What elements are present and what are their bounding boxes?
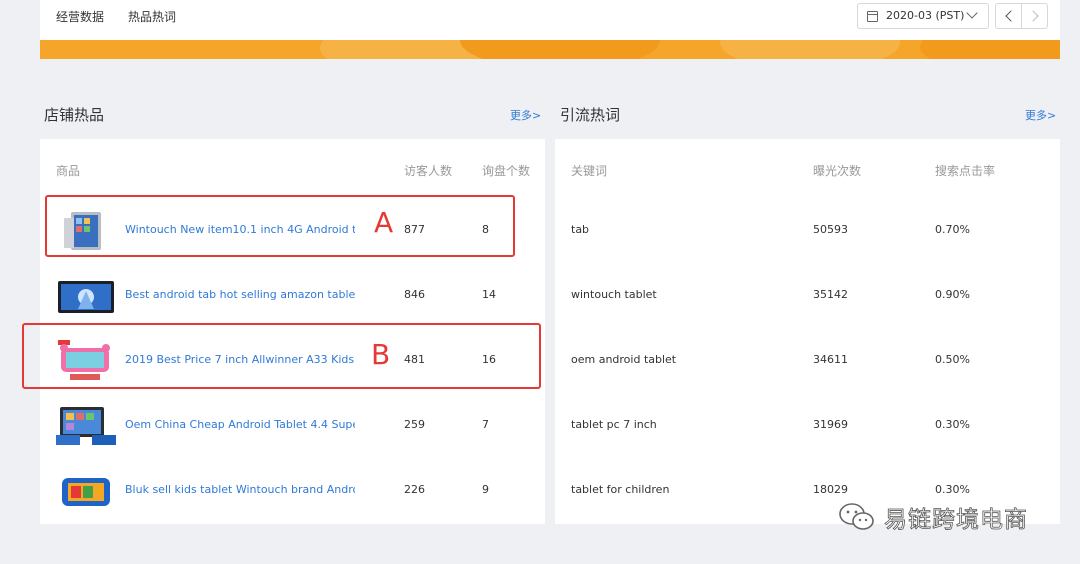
- ctr-value: 0.90%: [935, 288, 970, 301]
- hot-products-title: 店铺热品: [44, 106, 105, 124]
- table-row: tablet pc 7 inch 31969 0.30%: [555, 393, 1060, 458]
- ctr-value: 0.30%: [935, 418, 970, 431]
- visitors-value: 226: [404, 483, 425, 496]
- exposure-value: 18029: [813, 483, 848, 496]
- col-header-product: 商品: [56, 164, 81, 178]
- col-header-exposure: 曝光次数: [813, 164, 862, 178]
- table-row: oem android tablet 34611 0.50%: [555, 328, 1060, 393]
- product-link[interactable]: Oem China Cheap Android Tablet 4.4 Super…: [125, 418, 355, 431]
- exposure-value: 50593: [813, 223, 848, 236]
- banner-decoration: [720, 40, 900, 59]
- exposure-value: 35142: [813, 288, 848, 301]
- visitors-value: 846: [404, 288, 425, 301]
- inquiries-value: 7: [482, 418, 489, 431]
- chevron-right-icon: [1027, 10, 1039, 22]
- inquiries-value: 9: [482, 483, 489, 496]
- product-thumbnail: [56, 407, 116, 445]
- annotation-box-b: [22, 323, 541, 389]
- tab-hot-products-keywords[interactable]: 热品热词: [128, 8, 176, 25]
- watermark: 易链跨境电商: [838, 497, 1028, 537]
- date-select[interactable]: 2020-03 (PST): [857, 3, 989, 29]
- top-bar: 经营数据 热品热词 2020-03 (PST): [40, 0, 1060, 40]
- col-header-ctr: 搜索点击率: [935, 164, 996, 178]
- keyword-value: tab: [571, 223, 590, 236]
- keyword-value: tablet for children: [571, 483, 670, 496]
- date-select-value: 2020-03 (PST): [886, 9, 965, 22]
- keyword-value: wintouch tablet: [571, 288, 657, 301]
- col-header-keyword: 关键词: [571, 164, 608, 178]
- banner-strip: [40, 40, 1060, 59]
- keyword-value: oem android tablet: [571, 353, 677, 366]
- ctr-value: 0.70%: [935, 223, 970, 236]
- hot-products-more-link[interactable]: 更多>: [510, 107, 541, 123]
- product-link[interactable]: Bluk sell kids tablet Wintouch brand And…: [125, 483, 355, 496]
- banner-decoration: [460, 40, 660, 59]
- annotation-label-a: A: [374, 206, 394, 239]
- next-period-button[interactable]: [1021, 3, 1048, 29]
- visitors-value: 259: [404, 418, 425, 431]
- ctr-value: 0.50%: [935, 353, 970, 366]
- tab-business-data[interactable]: 经营数据: [56, 8, 104, 25]
- prev-period-button[interactable]: [995, 3, 1022, 29]
- keyword-value: tablet pc 7 inch: [571, 418, 657, 431]
- exposure-value: 31969: [813, 418, 848, 431]
- chevron-down-icon: [966, 7, 978, 19]
- chevron-left-icon: [1005, 10, 1017, 22]
- calendar-icon: [867, 11, 878, 22]
- hot-keywords-table: 关键词 曝光次数 搜索点击率 tab 50593 0.70% wintouch …: [555, 139, 1060, 524]
- hot-keywords-title: 引流热词: [560, 106, 621, 124]
- table-row[interactable]: Oem China Cheap Android Tablet 4.4 Super…: [40, 393, 545, 458]
- inquiries-value: 14: [482, 288, 496, 301]
- product-link[interactable]: Best android tab hot selling amazon tabl…: [125, 288, 355, 301]
- product-thumbnail: [58, 281, 114, 313]
- table-row: tab 50593 0.70%: [555, 198, 1060, 263]
- table-row[interactable]: Bluk sell kids tablet Wintouch brand And…: [40, 458, 545, 523]
- watermark-text: 易链跨境电商: [884, 507, 1028, 534]
- col-header-inquiries: 询盘个数: [482, 164, 531, 178]
- hot-keywords-more-link[interactable]: 更多>: [1025, 107, 1056, 123]
- exposure-value: 34611: [813, 353, 848, 366]
- wechat-icon: [839, 503, 874, 530]
- annotation-label-b: B: [371, 338, 391, 371]
- banner-decoration: [920, 40, 1060, 59]
- ctr-value: 0.30%: [935, 483, 970, 496]
- product-thumbnail: [62, 478, 110, 506]
- table-row: wintouch tablet 35142 0.90%: [555, 263, 1060, 328]
- col-header-visitors: 访客人数: [404, 164, 453, 178]
- table-row[interactable]: Best android tab hot selling amazon tabl…: [40, 263, 545, 328]
- annotation-box-a: [45, 195, 515, 257]
